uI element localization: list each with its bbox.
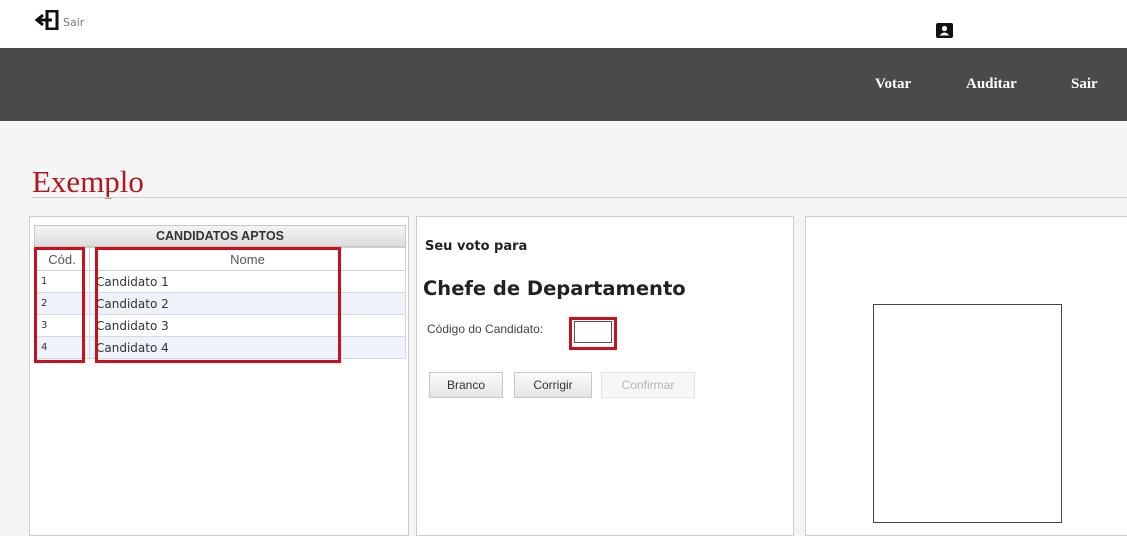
candidate-photo-panel [805, 216, 1127, 536]
candidates-caption: CANDIDATOS APTOS [34, 225, 406, 247]
candidates-table: Cód. Nome 1 Candidato 1 2 Candidato 2 3 … [34, 247, 406, 359]
candidate-code: 3 [34, 314, 90, 337]
candidate-name: Candidato 4 [89, 336, 406, 359]
table-row[interactable]: 2 Candidato 2 [34, 292, 406, 315]
blank-vote-button[interactable]: Branco [429, 372, 503, 398]
candidate-name: Candidato 3 [89, 314, 406, 337]
table-row[interactable]: 3 Candidato 3 [34, 314, 406, 337]
candidate-code: 1 [34, 270, 90, 293]
column-header-name[interactable]: Nome [89, 247, 406, 271]
column-header-code[interactable]: Cód. [34, 247, 90, 271]
candidate-code: 2 [34, 292, 90, 315]
logout-arrow-icon [34, 10, 59, 30]
top-strip: Sair [0, 0, 1127, 48]
table-header-row: Cód. Nome [34, 247, 406, 271]
candidates-panel: CANDIDATOS APTOS Cód. Nome 1 Candidato 1… [29, 216, 409, 536]
candidate-code-input[interactable] [574, 321, 612, 343]
nav-votar[interactable]: Votar [875, 76, 911, 93]
confirm-button[interactable]: Confirmar [601, 372, 695, 398]
nav-sair[interactable]: Sair [1071, 76, 1098, 93]
account-button[interactable] [936, 23, 953, 43]
candidate-photo-frame [873, 304, 1062, 523]
office-title: Chefe de Departamento [423, 277, 686, 300]
vote-heading: Seu voto para [425, 239, 528, 254]
page-title: Exemplo [32, 164, 144, 199]
vote-panel: Seu voto para Chefe de Departamento Códi… [416, 216, 794, 536]
candidate-code-label: Código do Candidato: [427, 322, 544, 336]
candidate-name: Candidato 1 [89, 270, 406, 293]
top-logout-link[interactable]: Sair [34, 10, 84, 30]
table-row[interactable]: 4 Candidato 4 [34, 336, 406, 359]
candidate-name: Candidato 2 [89, 292, 406, 315]
main-navbar: Votar Auditar Sair [0, 48, 1127, 121]
account-card-icon [936, 23, 953, 38]
correct-button[interactable]: Corrigir [514, 372, 592, 398]
top-logout-label: Sair [63, 16, 85, 29]
table-row[interactable]: 1 Candidato 1 [34, 270, 406, 293]
candidate-code: 4 [34, 336, 90, 359]
title-divider [32, 197, 1127, 198]
nav-auditar[interactable]: Auditar [966, 76, 1017, 93]
